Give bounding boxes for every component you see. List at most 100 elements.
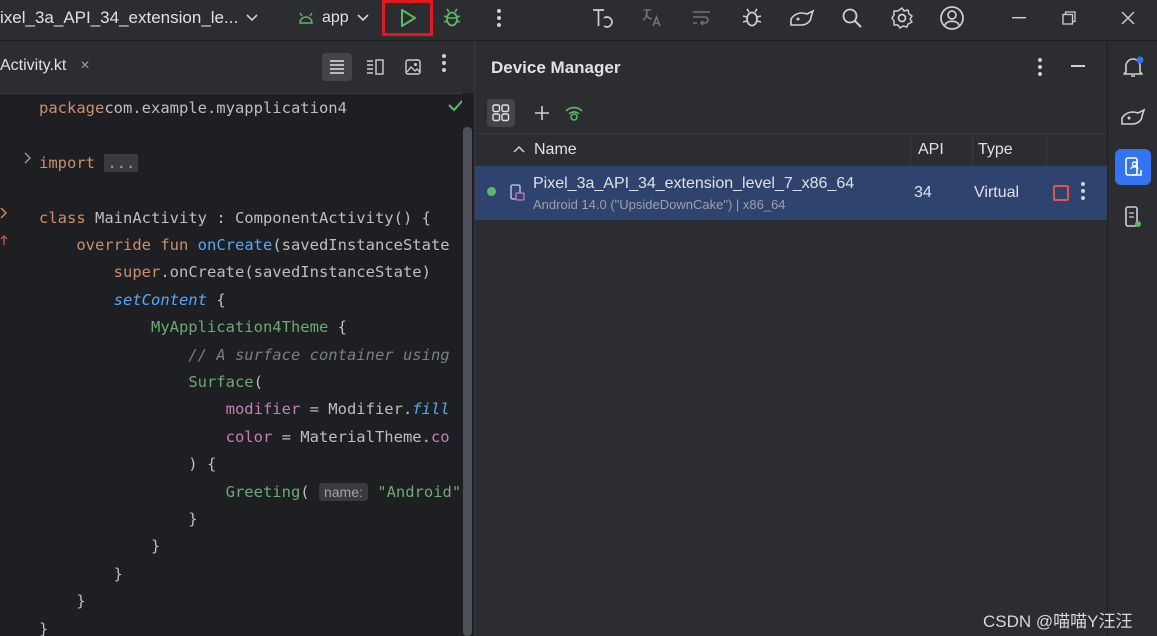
column-header-api[interactable]: API: [918, 134, 944, 166]
code-view-button[interactable]: [322, 53, 352, 81]
code-line: MyApplication4Theme {: [39, 314, 347, 341]
wifi-pair-icon: [564, 104, 584, 122]
split-view-icon: [366, 59, 384, 75]
code-area[interactable]: packagecom.example.myapplication4 import …: [0, 93, 462, 636]
code-token: {: [328, 318, 347, 337]
account-button[interactable]: [938, 0, 966, 36]
run-config-label: app: [322, 9, 349, 26]
fold-chevron-icon[interactable]: [24, 152, 32, 164]
close-tab-icon[interactable]: ×: [80, 57, 89, 75]
code-line: override fun onCreate(savedInstanceState: [39, 232, 450, 259]
minimize-window-button[interactable]: [1005, 0, 1033, 36]
code-token: fill: [412, 400, 450, 419]
panel-options-button[interactable]: [1037, 57, 1043, 77]
device-manager-tool-button[interactable]: [1115, 149, 1151, 185]
code-line: class MainActivity : ComponentActivity()…: [39, 205, 431, 232]
pair-wifi-button[interactable]: [560, 99, 588, 127]
translate-button: [638, 0, 666, 36]
code-line: setContent {: [39, 287, 226, 314]
code-token: com.example.myapplication4: [104, 99, 347, 117]
code-token: (savedInstanceState: [272, 236, 450, 254]
file-tab[interactable]: Activity.kt ×: [0, 57, 90, 75]
code-token: Greeting: [225, 482, 301, 501]
device-explorer-button[interactable]: [1115, 199, 1151, 235]
code-line: }: [39, 533, 160, 560]
code-token: Surface: [188, 373, 254, 391]
device-manager-icon: [1122, 156, 1144, 178]
run-button[interactable]: [382, 0, 433, 36]
panel-title: Device Manager: [491, 58, 621, 77]
code-token: = Modifier.: [300, 400, 413, 419]
code-line: // A surface container using: [39, 342, 450, 369]
code-line: }: [39, 561, 123, 588]
split-view-button[interactable]: [360, 53, 390, 81]
debug-icon: [438, 4, 466, 32]
stop-device-button[interactable]: [1053, 185, 1069, 201]
apply-changes-icon: [688, 4, 716, 32]
editor-view-modes: [322, 53, 428, 81]
account-icon: [938, 4, 966, 32]
design-view-button[interactable]: [398, 53, 428, 81]
folded-imports[interactable]: ...: [104, 153, 139, 172]
column-header-name[interactable]: Name: [534, 134, 577, 166]
code-token: }: [39, 564, 123, 583]
code-token: ) {: [39, 455, 217, 474]
notifications-button[interactable]: [1115, 49, 1151, 85]
code-token: MyApplication4Theme: [150, 318, 329, 337]
editor-scrollbar[interactable]: [463, 127, 472, 636]
code-token: }: [39, 592, 86, 611]
run-icon: [399, 8, 417, 28]
settings-button[interactable]: [888, 0, 916, 36]
add-device-button[interactable]: [528, 99, 556, 127]
editor-tab-bar: Activity.kt ×: [0, 41, 474, 94]
bug-report-button[interactable]: [738, 0, 766, 36]
device-mirror-button[interactable]: [788, 0, 816, 36]
grid-icon: [492, 104, 510, 122]
image-icon: [405, 59, 421, 75]
column-header-type[interactable]: Type: [978, 134, 1013, 166]
chevron-down-icon: [246, 14, 258, 22]
device-api: 34: [914, 184, 932, 201]
device-more-button[interactable]: [1080, 181, 1086, 201]
debug-button[interactable]: [438, 0, 466, 36]
code-token: // A surface container using: [188, 345, 450, 364]
sort-ascending-icon[interactable]: [513, 145, 525, 153]
translate-icon: [638, 4, 666, 32]
override-gutter-icon[interactable]: [0, 234, 8, 246]
search-button[interactable]: [838, 0, 866, 36]
column-divider: [1046, 134, 1047, 166]
gear-icon: [888, 4, 916, 32]
plus-icon: [534, 105, 550, 121]
close-window-button[interactable]: [1114, 0, 1142, 36]
running-devices-button[interactable]: [1115, 99, 1151, 135]
bell-icon: [1121, 55, 1145, 79]
column-divider: [972, 134, 973, 166]
group-devices-button[interactable]: [487, 99, 515, 127]
run-config-selector[interactable]: app: [298, 0, 369, 36]
code-line: }: [39, 506, 198, 533]
code-line: modifier = Modifier.fill: [39, 396, 450, 423]
virtual-device-icon: [509, 184, 525, 202]
minimize-icon: [1005, 4, 1033, 32]
run-gutter-icon[interactable]: [0, 207, 8, 219]
close-icon: [1114, 4, 1142, 32]
code-token: = MaterialTheme.: [272, 427, 431, 446]
apply-changes-button: [688, 0, 716, 36]
restore-window-button[interactable]: [1055, 0, 1083, 36]
code-token: class: [39, 208, 95, 227]
editor-more-button[interactable]: [441, 53, 447, 73]
bug-icon: [738, 4, 766, 32]
chevron-down-icon: [357, 14, 369, 22]
hide-panel-button[interactable]: [1071, 65, 1085, 67]
device-row[interactable]: Pixel_3a_API_34_extension_level_7_x86_64…: [475, 166, 1107, 220]
profiler-button[interactable]: [588, 0, 616, 36]
code-line: }: [39, 616, 48, 636]
device-selector[interactable]: ixel_3a_API_34_extension_le...: [0, 0, 258, 36]
code-token: }: [39, 510, 198, 528]
more-actions-button[interactable]: [485, 0, 513, 36]
